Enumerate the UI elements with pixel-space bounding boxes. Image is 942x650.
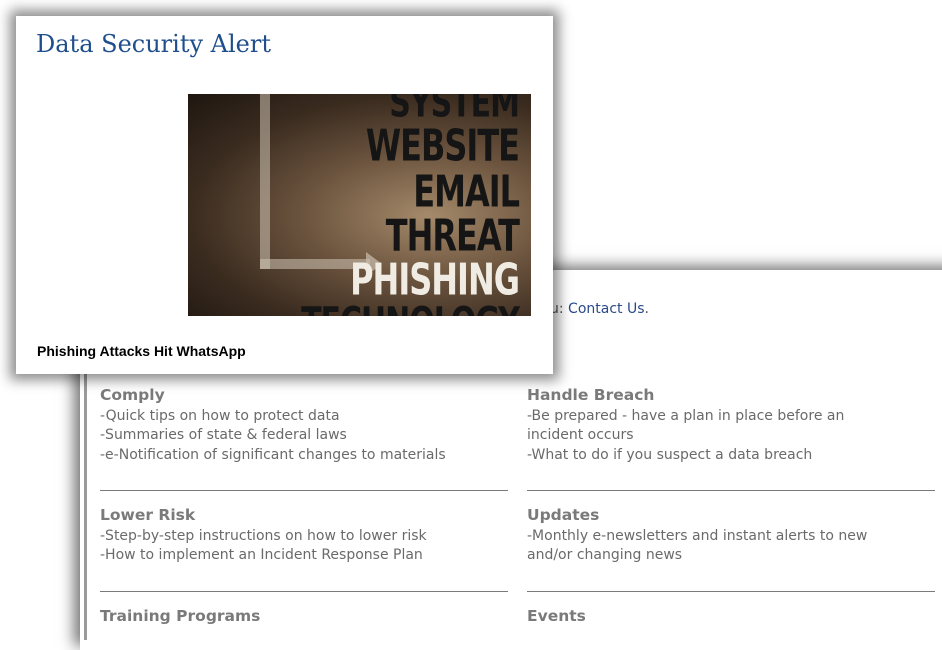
image-word-highlight: PHISHING — [350, 254, 520, 306]
contact-line: u: Contact Us. — [550, 301, 649, 317]
image-word: TECHNOLOGY — [301, 299, 520, 316]
handle-breach-line: -What to do if you suspect a data breach — [527, 446, 813, 463]
comply-line: -e-Notification of significant changes t… — [100, 446, 446, 463]
contact-us-link[interactable]: Contact Us — [568, 301, 644, 317]
section-handle-breach: Handle Breach -Be prepared - have a plan… — [527, 386, 937, 465]
section-heading-lower-risk[interactable]: Lower Risk — [100, 506, 510, 526]
comply-line: -Quick tips on how to protect data — [100, 407, 340, 424]
section-heading-comply[interactable]: Comply — [100, 386, 510, 406]
divider — [527, 591, 935, 592]
divider — [100, 490, 508, 491]
section-heading-training-programs[interactable]: Training Programs — [100, 607, 510, 627]
section-heading-handle-breach[interactable]: Handle Breach — [527, 386, 937, 406]
section-events: Events — [527, 607, 937, 628]
divider — [100, 591, 508, 592]
section-comply: Comply -Quick tips on how to protect dat… — [100, 386, 510, 465]
data-security-alert-card[interactable]: Data Security Alert SYSTEM WEBSITE EMAIL… — [16, 16, 553, 374]
lower-risk-line: -Step-by-step instructions on how to low… — [100, 527, 427, 544]
lower-risk-line: -How to implement an Incident Response P… — [100, 547, 423, 563]
section-heading-events[interactable]: Events — [527, 607, 937, 627]
section-training-programs: Training Programs — [100, 607, 510, 628]
handle-breach-line: incident occurs — [527, 427, 634, 443]
comply-line: -Summaries of state & federal laws — [100, 427, 347, 443]
section-lower-risk: Lower Risk -Step-by-step instructions on… — [100, 506, 510, 566]
updates-line: -Monthly e-newsletters and instant alert… — [527, 527, 868, 544]
card-title: Data Security Alert — [36, 30, 271, 58]
image-word: WEBSITE — [365, 120, 520, 172]
contact-suffix: . — [644, 301, 649, 317]
card-caption-link[interactable]: Phishing Attacks Hit WhatsApp — [37, 343, 246, 359]
handle-breach-line: -Be prepared - have a plan in place befo… — [527, 407, 845, 424]
updates-line: and/or changing news — [527, 547, 683, 563]
divider — [527, 490, 935, 491]
frame-line — [260, 94, 270, 269]
section-updates: Updates -Monthly e-newsletters and insta… — [527, 506, 937, 566]
section-heading-updates[interactable]: Updates — [527, 506, 937, 526]
phishing-image[interactable]: SYSTEM WEBSITE EMAIL THREAT PHISHING TEC… — [188, 94, 531, 316]
